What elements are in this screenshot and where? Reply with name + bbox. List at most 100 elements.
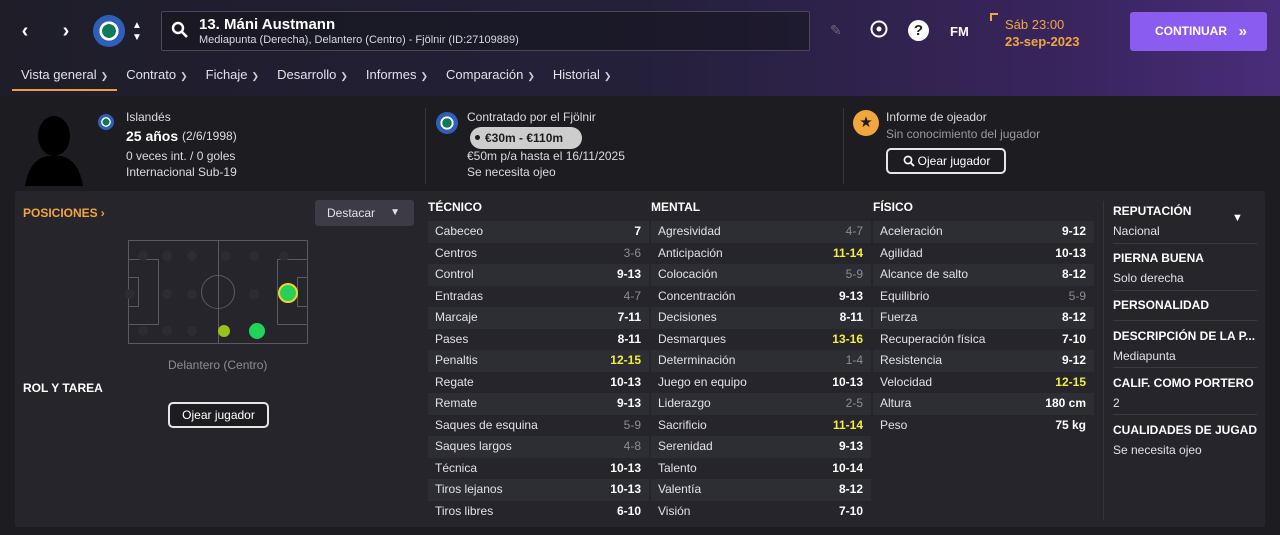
pencil-icon[interactable]: ✎ — [830, 22, 842, 39]
separator — [1113, 243, 1257, 244]
chevron-up-icon[interactable]: ▲ — [131, 21, 143, 31]
chevron-down-icon[interactable]: ▼ — [1232, 212, 1243, 224]
forward-arrow-icon[interactable]: › — [56, 20, 76, 42]
attribute-row[interactable]: Agresividad 4-7 — [651, 221, 871, 243]
continue-button[interactable]: CONTINUAR » — [1130, 12, 1267, 51]
position-pitch — [125, 240, 308, 344]
attribute-row[interactable]: Valentía 8-12 — [651, 479, 871, 501]
attribute-name: Peso — [880, 417, 908, 432]
tab-overview[interactable]: Vista general ❯ — [12, 66, 118, 91]
attribute-name: Equilibrio — [880, 288, 930, 303]
attribute-row[interactable]: Colocación 5-9 — [651, 264, 871, 286]
attribute-row[interactable]: Marcaje 7-11 — [428, 307, 649, 329]
attribute-name: Desmarques — [658, 331, 727, 346]
attribute-name: Aceleración — [880, 224, 943, 238]
attribute-row[interactable]: Determinación 1-4 — [651, 350, 871, 372]
chevron-down-icon: ❯ — [527, 71, 535, 81]
attribute-row[interactable]: Regate 10-13 — [428, 372, 649, 394]
national-flag-icon — [98, 114, 114, 130]
club-ball-icon[interactable] — [870, 20, 888, 38]
attribute-value: 2-5 — [845, 396, 863, 410]
chevron-down-icon[interactable]: ▼ — [131, 33, 143, 43]
attribute-row[interactable]: Anticipación 11-14 — [651, 243, 871, 265]
help-icon[interactable]: ? — [908, 20, 929, 41]
game-time: Sáb 23:00 — [1005, 17, 1065, 32]
calendar-corner-icon — [990, 13, 998, 21]
attribute-value: 4-7 — [845, 224, 863, 238]
attribute-value: 9-13 — [616, 267, 641, 281]
attribute-row[interactable]: Serenidad 9-13 — [651, 436, 871, 458]
fm-menu-icon[interactable]: FM — [950, 24, 969, 39]
attribute-row[interactable]: Saques largos 4-8 — [428, 436, 649, 458]
attribute-value: 7-10 — [838, 503, 863, 518]
attribute-row[interactable]: Pases 8-11 — [428, 329, 649, 351]
attribute-row[interactable]: Tiros libres 6-10 — [428, 501, 649, 523]
mental-title: MENTAL — [651, 200, 701, 214]
attribute-row[interactable]: Técnica 10-13 — [428, 458, 649, 480]
attribute-row[interactable]: Altura 180 cm — [873, 393, 1094, 415]
attribute-row[interactable]: Remate 9-13 — [428, 393, 649, 415]
media-description-section: DESCRIPCIÓN DE LA P... Mediapunta — [1113, 329, 1257, 363]
attribute-row[interactable]: Recuperación física 7-10 — [873, 329, 1094, 351]
attribute-row[interactable]: Penaltis 12-15 — [428, 350, 649, 372]
position-dot — [162, 289, 172, 299]
tab-transfer[interactable]: Fichaje ❯ — [197, 66, 268, 91]
tab-history[interactable]: Historial ❯ — [544, 66, 621, 91]
attribute-value: 7 — [634, 224, 641, 238]
attribute-row[interactable]: Visión 7-10 — [651, 501, 871, 523]
attribute-row[interactable]: Entradas 4-7 — [428, 286, 649, 308]
tab-reports[interactable]: Informes ❯ — [357, 66, 437, 91]
attribute-row[interactable]: Agilidad 10-13 — [873, 243, 1094, 265]
attribute-row[interactable]: Saques de esquina 5-9 — [428, 415, 649, 437]
attribute-row[interactable]: Concentración 9-13 — [651, 286, 871, 308]
attribute-row[interactable]: Talento 10-14 — [651, 458, 871, 480]
tab-contract[interactable]: Contrato ❯ — [117, 66, 196, 91]
attribute-row[interactable]: Peso 75 kg — [873, 415, 1094, 437]
attribute-row[interactable]: Sacrificio 11-14 — [651, 415, 871, 437]
attribute-row[interactable]: Equilibrio 5-9 — [873, 286, 1094, 308]
attribute-row[interactable]: Velocidad 12-15 — [873, 372, 1094, 394]
scout-player-button[interactable]: Ojear jugador — [886, 148, 1006, 174]
attribute-name: Resistencia — [880, 353, 943, 367]
physical-attributes: FÍSICO Aceleración 9-12 Agilidad 10-13 Alcan… — [873, 200, 1094, 436]
chevron-down-icon: ❯ — [340, 71, 348, 81]
attribute-name: Serenidad — [658, 439, 713, 453]
attribute-row[interactable]: Fuerza 8-12 — [873, 307, 1094, 329]
tab-comparison[interactable]: Comparación ❯ — [437, 66, 544, 91]
center-circle — [201, 275, 235, 309]
attribute-row[interactable]: Aceleración 9-12 — [873, 221, 1094, 243]
positions-link[interactable]: POSICIONES › — [23, 206, 105, 220]
attribute-row[interactable]: Alcance de salto 8-12 — [873, 264, 1094, 286]
attribute-name: Agilidad — [880, 245, 923, 260]
attribute-name: Juego en equipo — [658, 374, 747, 389]
attribute-value: 9-13 — [838, 439, 863, 453]
game-date[interactable]: 23-sep-2023 — [1005, 34, 1079, 49]
tab-development[interactable]: Desarrollo ❯ — [268, 66, 357, 91]
attribute-row[interactable]: Resistencia 9-12 — [873, 350, 1094, 372]
highlight-dropdown[interactable]: Destacar ▼ — [315, 200, 414, 226]
position-dot — [125, 289, 135, 299]
value-range-pill[interactable]: €30m - €110m — [470, 127, 582, 149]
position-dot — [187, 289, 197, 299]
attribute-row[interactable]: Juego en equipo 10-13 — [651, 372, 871, 394]
player-search-box[interactable]: 13. Máni Austmann Mediapunta (Derecha), … — [161, 11, 810, 51]
attribute-row[interactable]: Liderazgo 2-5 — [651, 393, 871, 415]
attribute-name: Decisiones — [658, 310, 717, 324]
position-dot — [221, 251, 231, 261]
attribute-row[interactable]: Cabeceo 7 — [428, 221, 649, 243]
media-description-title: DESCRIPCIÓN DE LA P... — [1113, 329, 1256, 343]
player-positions-club: Mediapunta (Derecha), Delantero (Centro)… — [199, 34, 519, 46]
back-arrow-icon[interactable]: ‹ — [15, 20, 35, 42]
attribute-row[interactable]: Centros 3-6 — [428, 243, 649, 265]
attribute-row[interactable]: Desmarques 13-16 — [651, 329, 871, 351]
attribute-row[interactable]: Tiros lejanos 10-13 — [428, 479, 649, 501]
attribute-value: 13-16 — [832, 331, 863, 346]
scout-player-button-secondary[interactable]: Ojear jugador — [168, 402, 269, 428]
attribute-value: 3-6 — [623, 245, 641, 260]
role-duty-title: ROL Y TAREA — [23, 381, 103, 395]
club-crest-icon[interactable] — [93, 15, 125, 47]
player-traits-title: CUALIDADES DE JUGADO — [1113, 423, 1257, 437]
attribute-row[interactable]: Control 9-13 — [428, 264, 649, 286]
attribute-value: 8-11 — [839, 310, 863, 324]
attribute-row[interactable]: Decisiones 8-11 — [651, 307, 871, 329]
